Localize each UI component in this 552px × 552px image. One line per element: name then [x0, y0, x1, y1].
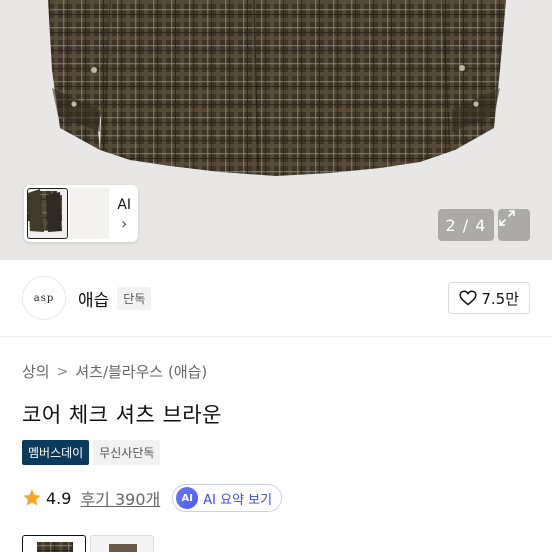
breadcrumb: 상의 > 셔츠/블라우스 (애습): [22, 361, 207, 382]
brand-logo[interactable]: asp: [22, 276, 66, 320]
thumbnail-model[interactable]: [28, 188, 110, 239]
brand-row: asp 애습 단독 7.5만: [22, 276, 530, 320]
ai-label: AI: [117, 196, 132, 213]
review-count-link[interactable]: 후기 390개: [80, 486, 160, 510]
color-option-brown[interactable]: [22, 535, 86, 552]
breadcrumb-separator: >: [56, 363, 69, 380]
color-options: [22, 535, 154, 552]
chevron-right-icon: ›: [121, 213, 128, 233]
brand-name[interactable]: 애습: [78, 286, 109, 311]
ai-summary-button[interactable]: AI AI 요약 보기: [172, 484, 283, 512]
like-button[interactable]: 7.5만: [448, 282, 530, 314]
breadcrumb-subcategory[interactable]: 셔츠/블라우스 (애습): [75, 361, 207, 382]
color-option-other[interactable]: [90, 535, 154, 552]
product-title: 코어 체크 셔츠 브라운: [22, 403, 222, 427]
gallery-page-indicator: 2 / 4: [438, 209, 494, 241]
members-day-badge: 멤버스데이: [22, 440, 90, 465]
product-thumbnail-strip[interactable]: AI ›: [24, 185, 138, 242]
expand-image-button[interactable]: [498, 209, 530, 241]
star-icon: [23, 489, 41, 506]
exclusive-badge: 무신사단독: [93, 440, 161, 465]
ai-summary-label: AI 요약 보기: [203, 492, 273, 508]
brand-exclusive-tag: 단독: [117, 286, 152, 310]
section-divider: [0, 336, 552, 337]
product-image-gallery[interactable]: AI › 2 / 4: [0, 0, 552, 260]
rating-value: 4.9: [46, 488, 72, 508]
like-count: 7.5만: [481, 289, 519, 308]
ai-icon: AI: [176, 487, 199, 509]
heart-icon: [459, 290, 477, 306]
ai-styling-entry[interactable]: AI ›: [113, 196, 135, 232]
rating-row: 4.9 후기 390개 AI AI 요약 보기: [22, 484, 283, 512]
product-badges: 멤버스데이 무신사단독: [22, 440, 161, 465]
breadcrumb-category[interactable]: 상의: [22, 361, 50, 382]
expand-icon: [499, 210, 515, 226]
